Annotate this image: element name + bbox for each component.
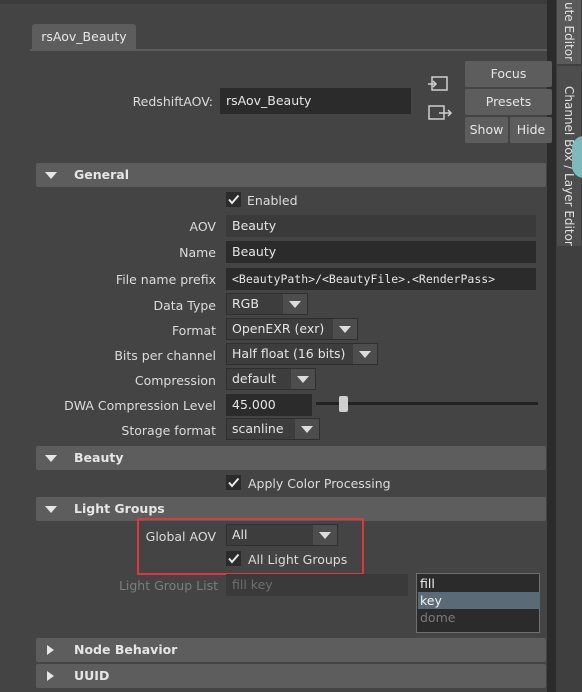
aov-label: AOV <box>189 219 216 234</box>
enabled-label: Enabled <box>247 193 298 208</box>
section-general[interactable]: General <box>36 163 546 187</box>
output-connection-icon[interactable] <box>427 104 453 122</box>
dock-handle[interactable] <box>572 136 582 178</box>
collapse-arrow-icon <box>45 455 57 462</box>
format-value: OpenEXR (exr) <box>232 321 325 336</box>
input-connection-icon[interactable] <box>427 75 451 93</box>
show-button[interactable]: Show <box>465 117 508 143</box>
redshift-aov-label: RedshiftAOV: <box>132 94 213 109</box>
light-group-list[interactable]: fill key dome <box>416 573 540 633</box>
tab-underline <box>30 49 556 51</box>
format-dropdown[interactable]: OpenEXR (exr) <box>226 318 358 340</box>
name-field[interactable]: Beauty <box>226 241 536 263</box>
highlight-box <box>137 518 364 575</box>
tab-attribute-editor-label: ute Editor <box>562 2 576 62</box>
data-type-label: Data Type <box>153 298 216 313</box>
expand-arrow-icon <box>47 671 54 681</box>
chevron-down-icon <box>283 294 307 314</box>
light-group-list-field: fill key <box>226 574 408 596</box>
file-prefix-label: File name prefix <box>115 272 216 287</box>
chevron-down-icon <box>353 344 377 364</box>
dwa-slider-handle[interactable] <box>339 396 348 412</box>
collapse-arrow-icon <box>45 506 57 513</box>
expand-arrow-icon <box>47 645 54 655</box>
file-prefix-field[interactable]: <BeautyPath>/<BeautyFile>.<RenderPass> <box>226 268 536 290</box>
light-group-list-label: Light Group List <box>118 578 218 593</box>
apply-color-label: Apply Color Processing <box>248 476 391 491</box>
name-label: Name <box>179 245 216 260</box>
presets-button[interactable]: Presets <box>465 89 552 115</box>
section-beauty-title: Beauty <box>74 450 124 465</box>
compression-value: default <box>232 371 276 386</box>
dwa-field[interactable]: 45.000 <box>226 394 312 416</box>
format-label: Format <box>171 323 216 338</box>
window-top-edge <box>0 0 556 4</box>
chevron-down-icon <box>295 419 319 439</box>
collapse-arrow-icon <box>45 172 57 179</box>
storage-dropdown[interactable]: scanline <box>226 418 320 440</box>
section-node-behavior[interactable]: Node Behavior <box>36 638 546 662</box>
dwa-label: DWA Compression Level <box>64 398 216 413</box>
section-general-title: General <box>74 167 129 182</box>
bits-label: Bits per channel <box>114 348 216 363</box>
storage-label: Storage format <box>121 423 216 438</box>
chevron-down-icon <box>291 369 315 389</box>
list-item-selected[interactable]: key <box>418 592 540 609</box>
dwa-slider-track[interactable] <box>316 402 538 405</box>
focus-button[interactable]: Focus <box>465 61 552 87</box>
chevron-down-icon <box>333 319 357 339</box>
list-item[interactable]: fill <box>418 575 540 592</box>
apply-color-checkbox[interactable] <box>226 475 241 490</box>
storage-value: scanline <box>232 421 284 436</box>
compression-dropdown[interactable]: default <box>226 368 316 390</box>
enabled-checkbox[interactable] <box>226 192 241 207</box>
section-beauty[interactable]: Beauty <box>36 446 546 470</box>
hide-button[interactable]: Hide <box>510 117 552 143</box>
bits-dropdown[interactable]: Half float (16 bits) <box>226 343 378 365</box>
node-name-field[interactable]: rsAov_Beauty <box>220 88 411 114</box>
list-item[interactable]: dome <box>418 609 540 626</box>
data-type-dropdown[interactable]: RGB <box>226 293 308 315</box>
compression-label: Compression <box>134 373 216 388</box>
node-tab[interactable]: rsAov_Beauty <box>32 24 136 50</box>
tab-attribute-editor[interactable]: ute Editor <box>557 0 581 64</box>
data-type-value: RGB <box>232 296 259 311</box>
section-node-behavior-title: Node Behavior <box>74 642 178 657</box>
aov-field: Beauty <box>226 215 536 237</box>
bits-value: Half float (16 bits) <box>232 346 346 361</box>
section-uuid[interactable]: UUID <box>36 664 546 688</box>
section-uuid-title: UUID <box>74 668 110 683</box>
